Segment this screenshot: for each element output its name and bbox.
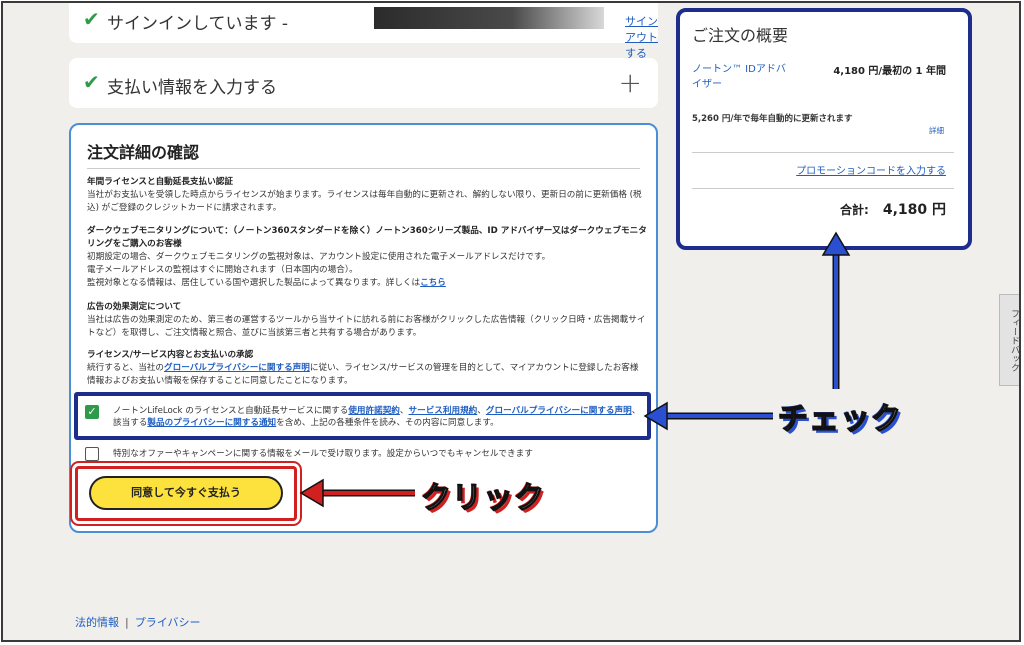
total-label: 合計: — [840, 203, 869, 217]
signout-link[interactable]: サインアウトする — [625, 13, 658, 61]
divider — [692, 188, 954, 189]
order-summary-card: ご注文の概要 ノートン™ IDアドバイザー 4,180 円/最初の 1 年間 5… — [676, 8, 972, 250]
checkbox-highlight-box — [74, 392, 651, 440]
footer: 法的情報 | プライバシー — [75, 614, 201, 630]
arrow-to-summary — [821, 231, 851, 389]
annotation-check-label: チェック — [777, 401, 902, 437]
signed-in-card: ✔ サインインしています - サインアウトする — [69, 3, 658, 60]
section-heading: ダークウェブモニタリングについて：（ノートン360スタンダードを除く）ノートン3… — [87, 226, 647, 249]
section-body: 当社は広告の効果測定のため、第三者の運営するツールから当サイトに訪れる前にお客様… — [87, 315, 646, 338]
annotation-click-label: クリック — [420, 480, 545, 516]
order-details-title: 注文詳細の確認 — [87, 143, 200, 162]
details-here-link[interactable]: こちら — [420, 278, 446, 288]
details-link[interactable]: 詳細 — [929, 125, 944, 136]
license-section: 年間ライセンスと自動延長支払い認証 当社がお支払いを受領した時点からライセンスが… — [87, 176, 647, 215]
product-price: 4,180 円/最初の 1 年間 — [833, 66, 946, 77]
privacy-link[interactable]: プライバシー — [135, 616, 201, 629]
offers-text: 特別なオファーやキャンペーンに関する情報をメールで受け取ります。設定からいつでも… — [113, 449, 533, 459]
section-body: 初期設定の場合、ダークウェブモニタリングの監視対象は、アカウント設定に使用された… — [87, 252, 551, 262]
payment-info-title: 支払い情報を入力する — [107, 78, 277, 98]
renewal-text: 5,260 円/年で毎年自動的に更新されます — [692, 114, 853, 124]
section-heading: 広告の効果測定について — [87, 302, 182, 312]
promo-code-link[interactable]: プロモーションコードを入力する — [796, 162, 946, 177]
statement-link[interactable]: に関する声明 — [258, 363, 310, 373]
redacted-email — [374, 7, 604, 29]
arrow-to-checkbox — [643, 401, 773, 431]
section-body: 電子メールアドレスの監視はすぐに開始されます（日本国内の場合）。 — [87, 265, 358, 275]
page-frame: ✔ サインインしています - サインアウトする ✔ 支払い情報を入力する + 注… — [1, 1, 1021, 642]
check-icon: ✔ — [83, 7, 100, 31]
ad-measurement-section: 広告の効果測定について 当社は広告の効果測定のため、第三者の運営するツールから当… — [87, 301, 647, 340]
license-approval-section: ライセンス/サービス内容とお支払いの承認 続行すると、当社のグローバルプライバシ… — [87, 349, 647, 388]
global-privacy-link[interactable]: グローバルプライバシー — [164, 363, 258, 373]
offers-checkbox[interactable] — [85, 447, 99, 461]
legal-link[interactable]: 法的情報 — [75, 616, 119, 629]
total-value: 4,180 円 — [882, 202, 946, 218]
darkweb-section: ダークウェブモニタリングについて：（ノートン360スタンダードを除く）ノートン3… — [87, 225, 647, 290]
section-body: 続行すると、当社のグローバルプライバシーに関する声明に従い、ライセンス/サービス… — [87, 363, 639, 386]
divider — [692, 152, 954, 153]
expand-plus-icon[interactable]: + — [619, 66, 642, 99]
payment-info-card[interactable]: ✔ 支払い情報を入力する + — [69, 58, 658, 108]
section-heading: 年間ライセンスと自動延長支払い認証 — [87, 177, 233, 187]
feedback-tab[interactable]: フィードバック — [999, 294, 1019, 386]
footer-separator: | — [125, 616, 129, 629]
signed-in-text: サインインしています - — [107, 14, 289, 34]
product-name-link[interactable]: ノートン™ IDアドバイザー — [692, 62, 792, 92]
agree-and-pay-button[interactable]: 同意して今すぐ支払う — [89, 476, 283, 510]
check-icon: ✔ — [83, 70, 100, 94]
section-body-with-link: 監視対象となる情報は、居住している国や選択した製品によって異なります。詳しくはこ… — [87, 278, 446, 288]
order-summary-title: ご注文の概要 — [692, 26, 789, 45]
divider — [87, 168, 640, 169]
section-body: 当社がお支払いを受領した時点からライセンスが始まります。ライセンスは毎年自動的に… — [87, 190, 642, 213]
section-heading: ライセンス/サービス内容とお支払いの承認 — [87, 350, 254, 360]
